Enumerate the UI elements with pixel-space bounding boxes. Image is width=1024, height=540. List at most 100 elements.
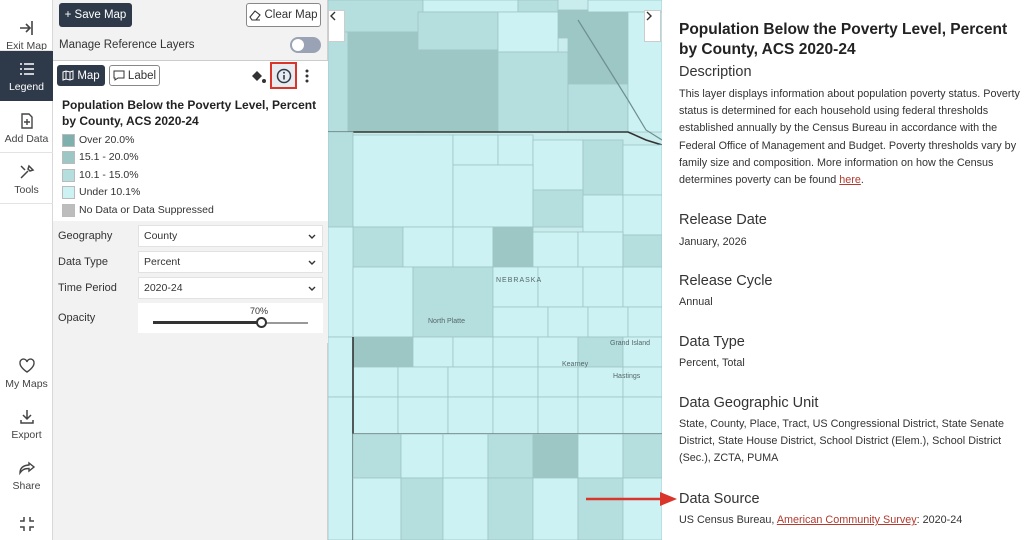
legend-item-label: No Data or Data Suppressed	[79, 204, 214, 216]
add-file-icon	[20, 112, 33, 129]
save-map-button[interactable]: + Save Map	[59, 3, 132, 27]
legend-title: Population Below the Poverty Level, Perc…	[62, 98, 317, 128]
opacity-value: 70%	[250, 306, 269, 316]
release-cycle-heading: Release Cycle	[679, 273, 773, 289]
layer-info-panel: Population Below the Poverty Level, Perc…	[662, 0, 1024, 540]
download-icon	[19, 409, 34, 424]
opacity-slider-handle[interactable]	[255, 317, 267, 328]
data-source-link[interactable]: American Community Survey	[777, 514, 917, 526]
info-button[interactable]	[270, 62, 297, 89]
layer-card: Map Label Population Below the Poverty L…	[53, 60, 328, 343]
map-tab[interactable]: Map	[57, 65, 105, 86]
my-maps-button[interactable]: My Maps	[0, 348, 53, 398]
geography-select[interactable]: County	[138, 225, 323, 247]
description-text: This layer displays information about po…	[679, 88, 1020, 187]
reference-layers-toggle[interactable]	[290, 37, 321, 53]
tools-icon	[19, 164, 34, 179]
info-title: Population Below the Poverty Level, Perc…	[679, 21, 1008, 58]
compress-icon	[19, 516, 34, 531]
legend-button[interactable]: Legend	[0, 51, 53, 101]
opacity-slider-fill	[153, 321, 262, 324]
data-source-prefix: US Census Bureau,	[679, 514, 775, 526]
export-button[interactable]: Export	[0, 399, 53, 449]
description-body: This layer displays information about po…	[679, 88, 1020, 187]
manage-reference-layers-label: Manage Reference Layers	[59, 39, 195, 51]
description-heading: Description	[679, 64, 752, 80]
collapse-fullscreen-button[interactable]	[0, 500, 53, 540]
chevron-right-icon	[646, 11, 652, 21]
city-label: Kearney	[562, 361, 589, 368]
tools-label: Tools	[14, 183, 39, 196]
chevron-down-icon	[308, 260, 316, 265]
geo-unit-heading: Data Geographic Unit	[679, 395, 819, 411]
add-data-button[interactable]: Add Data	[0, 103, 53, 153]
data-source-suffix: : 2020-24	[916, 514, 963, 526]
data-type-value: Percent	[144, 256, 181, 268]
county-choropleth	[328, 0, 662, 540]
city-label: Grand Island	[610, 340, 651, 347]
legend-item: No Data or Data Suppressed	[62, 202, 214, 218]
more-options-icon[interactable]	[303, 68, 311, 84]
my-maps-label: My Maps	[5, 377, 48, 390]
legend-item-label: Under 10.1%	[79, 186, 141, 198]
clear-map-label: Clear Map	[264, 9, 318, 21]
chevron-down-icon	[308, 234, 316, 239]
legend-item: 10.1 - 15.0%	[62, 167, 139, 183]
data-type-heading: Data Type	[679, 334, 745, 350]
opacity-label: Opacity	[58, 312, 96, 324]
info-icon	[276, 68, 291, 83]
state-label: NEBRASKA	[496, 277, 543, 284]
legend-item-label: 10.1 - 15.0%	[79, 169, 139, 181]
eraser-icon	[249, 10, 262, 21]
legend-swatch	[62, 150, 75, 164]
legend-item: Over 20.0%	[62, 132, 134, 148]
label-tab[interactable]: Label	[109, 65, 160, 86]
export-label: Export	[11, 428, 42, 441]
legend-swatch	[62, 133, 75, 147]
clear-map-button[interactable]: Clear Map	[246, 3, 321, 27]
legend-item: 15.1 - 20.0%	[62, 149, 139, 165]
legend-label: Legend	[8, 80, 45, 93]
legend-panel: + Save Map Clear Map Manage Reference La…	[53, 0, 328, 540]
data-type-select[interactable]: Percent	[138, 251, 323, 273]
list-icon	[19, 62, 34, 75]
data-source-heading: Data Source	[679, 491, 760, 507]
add-data-label: Add Data	[4, 132, 49, 145]
paint-bucket-icon[interactable]	[249, 68, 267, 84]
time-period-label: Time Period	[58, 282, 117, 294]
city-label: Hastings	[613, 373, 641, 380]
geo-unit-value: State, County, Place, Tract, US Congress…	[679, 418, 1005, 465]
data-source-value: US Census Bureau, American Community Sur…	[679, 512, 1021, 529]
collapse-right-panel-button[interactable]	[644, 10, 661, 42]
data-type-label: Data Type	[58, 256, 108, 268]
geography-label: Geography	[58, 230, 113, 242]
legend-item-label: Over 20.0%	[79, 134, 135, 146]
collapse-left-panel-button[interactable]	[328, 10, 345, 42]
description-link[interactable]: here	[839, 174, 861, 186]
annotation-arrow-icon	[586, 492, 677, 506]
time-period-select[interactable]: 2020-24	[138, 277, 323, 299]
release-cycle-value: Annual	[679, 296, 713, 308]
city-label: North Platte	[428, 318, 465, 325]
exit-icon	[19, 20, 33, 35]
release-date-heading: Release Date	[679, 212, 767, 228]
legend-swatch	[62, 168, 75, 182]
heart-icon	[18, 357, 35, 373]
share-icon	[18, 461, 35, 475]
data-type-value: Percent, Total	[679, 357, 745, 369]
release-date-value: January, 2026	[679, 236, 747, 248]
map-canvas[interactable]: NEBRASKA North Platte Grand Island Kearn…	[328, 0, 662, 540]
label-tab-label: Label	[127, 69, 157, 82]
legend-swatch	[62, 203, 75, 217]
legend-swatch	[62, 185, 75, 199]
map-icon	[62, 70, 74, 81]
map-tab-label: Map	[77, 69, 100, 82]
comment-icon	[113, 70, 125, 81]
share-button[interactable]: Share	[0, 450, 53, 500]
chevron-left-icon	[330, 11, 336, 21]
tools-button[interactable]: Tools	[0, 154, 53, 204]
time-period-value: 2020-24	[144, 282, 183, 294]
share-label: Share	[12, 479, 41, 492]
legend-item-label: 15.1 - 20.0%	[79, 151, 139, 163]
legend-item: Under 10.1%	[62, 184, 140, 200]
